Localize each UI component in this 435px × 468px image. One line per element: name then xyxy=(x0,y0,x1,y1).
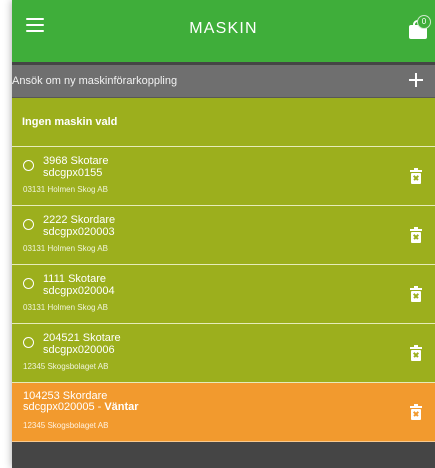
machine-code: sdcgpx020005 xyxy=(23,401,95,413)
trash-lid xyxy=(410,345,422,349)
apply-machine-link-label: Ansök om ny maskinförarkoppling xyxy=(12,75,178,87)
trash-lid xyxy=(410,286,422,290)
apply-machine-link-bar[interactable]: Ansök om ny maskinförarkoppling xyxy=(12,65,435,98)
pending-machine-row[interactable]: 104253 Skordare sdcgpx020005 - Väntar 12… xyxy=(12,383,435,442)
radio-button[interactable] xyxy=(23,278,34,289)
machine-row[interactable]: 204521 Skotare sdcgpx020006 12345 Skogsb… xyxy=(12,324,435,383)
status-separator: - xyxy=(94,401,105,413)
machine-organization: 12345 Skogsbolaget AB xyxy=(23,362,109,371)
status-badge: Väntar xyxy=(104,401,139,413)
machine-organization: 03131 Holmen Skog AB xyxy=(23,303,108,312)
radio-button[interactable] xyxy=(23,219,34,230)
machine-code: sdcgpx020004 xyxy=(43,285,115,297)
machine-code: sdcgpx020006 xyxy=(43,344,115,356)
trash-can xyxy=(411,232,421,243)
machine-code-with-status: sdcgpx020005 - Väntar xyxy=(23,401,139,413)
delete-icon[interactable] xyxy=(410,286,422,302)
no-machine-selected-label: Ingen maskin vald xyxy=(22,116,118,128)
radio-button[interactable] xyxy=(23,160,34,171)
trash-can xyxy=(411,409,421,420)
machine-organization: 12345 Skogsbolaget AB xyxy=(23,421,109,430)
no-machine-selected-row[interactable]: Ingen maskin vald xyxy=(12,98,435,147)
machine-name: 2222 Skordare xyxy=(43,214,116,226)
delete-icon[interactable] xyxy=(410,168,422,184)
machine-organization: 03131 Holmen Skog AB xyxy=(23,244,108,253)
delete-icon[interactable] xyxy=(410,404,422,420)
trash-can xyxy=(411,173,421,184)
machine-row[interactable]: 3968 Skotare sdcgpx0155 03131 Holmen Sko… xyxy=(12,147,435,206)
top-bar: MASKIN 0 xyxy=(12,0,435,62)
cart-count-badge: 0 xyxy=(417,15,431,29)
trash-lid xyxy=(410,227,422,231)
plus-icon[interactable] xyxy=(409,73,423,87)
machine-name: 204521 Skotare xyxy=(43,332,121,344)
trash-can xyxy=(411,291,421,302)
delete-icon[interactable] xyxy=(410,227,422,243)
trash-can xyxy=(411,350,421,361)
trash-lid xyxy=(410,168,422,172)
machine-code: sdcgpx0155 xyxy=(43,167,103,179)
page-title: MASKIN xyxy=(189,20,258,37)
machine-row[interactable]: 2222 Skordare sdcgpx020003 03131 Holmen … xyxy=(12,206,435,265)
trash-lid xyxy=(410,404,422,408)
machine-organization: 03131 Holmen Skog AB xyxy=(23,185,108,194)
machine-name: 1111 Skotare xyxy=(43,273,106,285)
machine-name: 3968 Skotare xyxy=(43,155,109,167)
bottom-bar xyxy=(12,442,435,468)
app-frame: MASKIN 0 Ansök om ny maskinförarkoppling… xyxy=(12,0,435,468)
radio-button[interactable] xyxy=(23,337,34,348)
machine-row[interactable]: 1111 Skotare sdcgpx020004 03131 Holmen S… xyxy=(12,265,435,324)
delete-icon[interactable] xyxy=(410,345,422,361)
shopping-bag-icon[interactable]: 0 xyxy=(407,15,431,40)
machine-code: sdcgpx020003 xyxy=(43,226,115,238)
